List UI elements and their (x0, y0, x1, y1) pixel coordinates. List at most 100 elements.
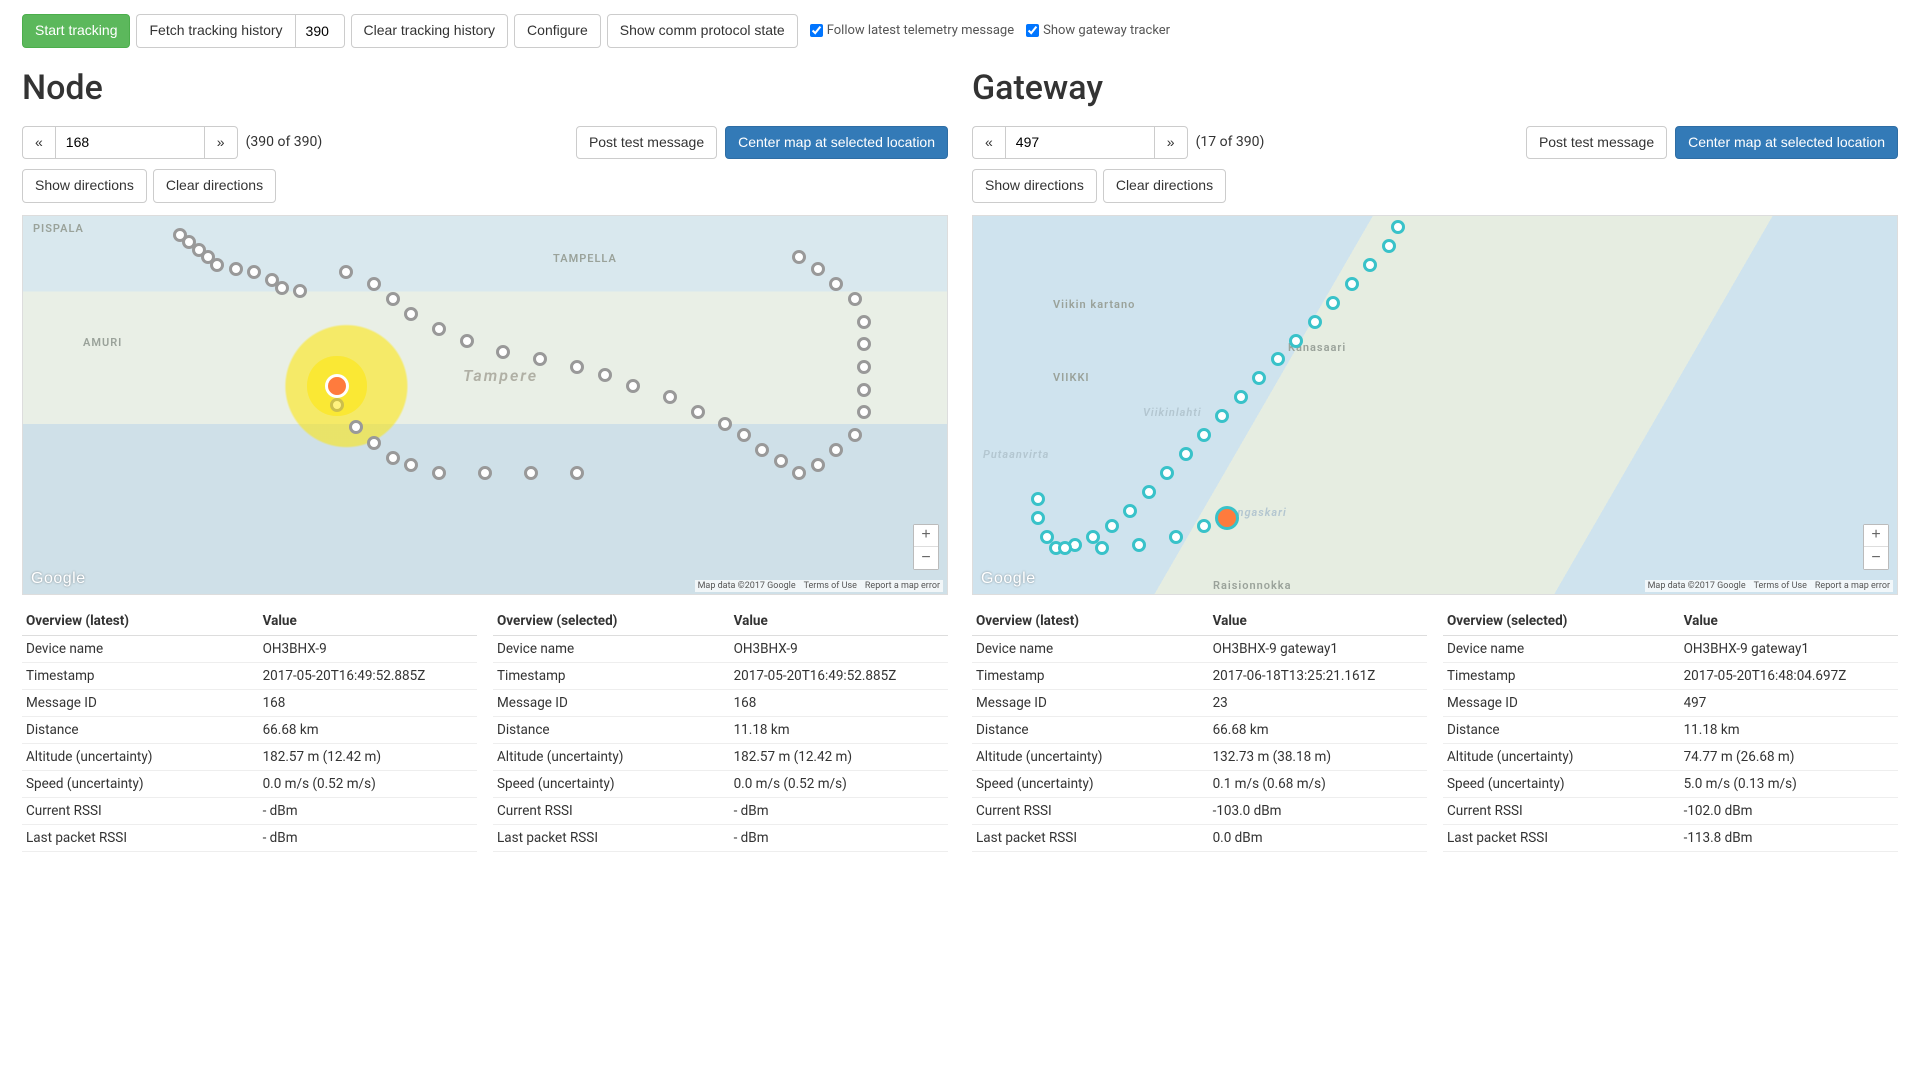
cell-value: OH3BHX-9 gateway1 (1209, 635, 1427, 662)
cell-key: Altitude (uncertainty) (22, 743, 259, 770)
gateway-pager-prev[interactable]: « (972, 126, 1005, 160)
node-post-test-button[interactable]: Post test message (576, 126, 717, 160)
cell-value: 2017-06-18T13:25:21.161Z (1209, 662, 1427, 689)
cell-value: -102.0 dBm (1680, 797, 1898, 824)
table-row: Device nameOH3BHX-9 (493, 635, 948, 662)
th: Overview (latest) (972, 607, 1209, 636)
node-zoom: + − (913, 524, 939, 570)
gateway-post-test-button[interactable]: Post test message (1526, 126, 1667, 160)
cell-key: Last packet RSSI (22, 824, 259, 851)
table-row: Device nameOH3BHX-9 (22, 635, 477, 662)
table-row: Altitude (uncertainty)182.57 m (12.42 m) (493, 743, 948, 770)
cell-key: Device name (1443, 635, 1680, 662)
cell-value: OH3BHX-9 (730, 635, 948, 662)
node-pager-prev[interactable]: « (22, 126, 55, 160)
table-row: Current RSSI- dBm (22, 797, 477, 824)
table-row: Current RSSI- dBm (493, 797, 948, 824)
gateway-pager-input[interactable] (1005, 126, 1155, 160)
gateway-show-directions-button[interactable]: Show directions (972, 169, 1097, 203)
table-row: Last packet RSSI-113.8 dBm (1443, 824, 1898, 851)
cell-key: Timestamp (1443, 662, 1680, 689)
table-row: Timestamp2017-05-20T16:49:52.885Z (22, 662, 477, 689)
cell-key: Message ID (493, 689, 730, 716)
cell-value: 74.77 m (26.68 m) (1680, 743, 1898, 770)
gateway-pager-next[interactable]: » (1155, 126, 1188, 160)
configure-button[interactable]: Configure (514, 14, 601, 48)
follow-telemetry-checkbox[interactable] (810, 24, 823, 37)
table-row: Timestamp2017-05-20T16:49:52.885Z (493, 662, 948, 689)
attrib-report[interactable]: Report a map error (1815, 581, 1890, 591)
table-row: Altitude (uncertainty)182.57 m (12.42 m) (22, 743, 477, 770)
gateway-center-map-button[interactable]: Center map at selected location (1675, 126, 1898, 160)
node-center-map-button[interactable]: Center map at selected location (725, 126, 948, 160)
attrib-terms[interactable]: Terms of Use (804, 581, 857, 591)
cell-key: Message ID (1443, 689, 1680, 716)
node-clear-directions-button[interactable]: Clear directions (153, 169, 276, 203)
th: Value (259, 607, 477, 636)
attrib-data: Map data ©2017 Google (698, 581, 796, 591)
node-show-directions-button[interactable]: Show directions (22, 169, 147, 203)
gateway-latest-table: Overview (latest) Value Device nameOH3BH… (972, 607, 1427, 852)
attrib-terms[interactable]: Terms of Use (1754, 581, 1807, 591)
cell-value: 11.18 km (730, 716, 948, 743)
top-toolbar: Start tracking Fetch tracking history Cl… (22, 14, 1898, 48)
cell-key: Altitude (uncertainty) (972, 743, 1209, 770)
node-pager-input[interactable] (55, 126, 205, 160)
th: Overview (latest) (22, 607, 259, 636)
cell-value: OH3BHX-9 (259, 635, 477, 662)
cell-value: -113.8 dBm (1680, 824, 1898, 851)
node-zoom-out[interactable]: − (914, 547, 938, 569)
follow-telemetry-checkbox-label[interactable]: Follow latest telemetry message (810, 23, 1014, 38)
gateway-map[interactable]: Viikin kartano VIIKKI Viikinlahti Putaan… (972, 215, 1898, 595)
clear-history-button[interactable]: Clear tracking history (351, 14, 509, 48)
gateway-count: (17 of 390) (1196, 134, 1265, 150)
start-tracking-button[interactable]: Start tracking (22, 14, 130, 48)
table-row: Last packet RSSI- dBm (493, 824, 948, 851)
show-protocol-button[interactable]: Show comm protocol state (607, 14, 798, 48)
table-row: Device nameOH3BHX-9 gateway1 (1443, 635, 1898, 662)
cell-key: Current RSSI (1443, 797, 1680, 824)
fetch-history-input[interactable] (295, 14, 345, 48)
table-row: Distance11.18 km (1443, 716, 1898, 743)
th: Value (730, 607, 948, 636)
cell-key: Distance (972, 716, 1209, 743)
table-row: Current RSSI-102.0 dBm (1443, 797, 1898, 824)
node-map-attribution: Map data ©2017 Google Terms of Use Repor… (695, 580, 943, 592)
follow-telemetry-text: Follow latest telemetry message (827, 23, 1014, 38)
cell-key: Distance (22, 716, 259, 743)
cell-key: Device name (22, 635, 259, 662)
node-zoom-in[interactable]: + (914, 525, 938, 547)
gateway-zoom-in[interactable]: + (1864, 525, 1888, 547)
table-row: Speed (uncertainty)5.0 m/s (0.13 m/s) (1443, 770, 1898, 797)
node-panel: Node « » (390 of 390) Post test message … (22, 68, 948, 852)
node-current-marker (325, 374, 349, 398)
gateway-zoom-out[interactable]: − (1864, 547, 1888, 569)
table-row: Current RSSI-103.0 dBm (972, 797, 1427, 824)
cell-key: Speed (uncertainty) (493, 770, 730, 797)
gateway-clear-directions-button[interactable]: Clear directions (1103, 169, 1226, 203)
show-gateway-text: Show gateway tracker (1043, 23, 1170, 38)
gateway-pager: « » (972, 126, 1188, 160)
cell-key: Last packet RSSI (972, 824, 1209, 851)
cell-value: 23 (1209, 689, 1427, 716)
table-row: Speed (uncertainty)0.0 m/s (0.52 m/s) (22, 770, 477, 797)
node-map[interactable]: PISPALA AMURI TAMPELLA Tampere + − Googl… (22, 215, 948, 595)
node-pager-next[interactable]: » (205, 126, 238, 160)
show-gateway-checkbox[interactable] (1026, 24, 1039, 37)
cell-key: Device name (493, 635, 730, 662)
cell-key: Message ID (972, 689, 1209, 716)
cell-key: Timestamp (22, 662, 259, 689)
table-row: Altitude (uncertainty)74.77 m (26.68 m) (1443, 743, 1898, 770)
cell-value: 0.0 m/s (0.52 m/s) (730, 770, 948, 797)
th: Value (1209, 607, 1427, 636)
cell-value: OH3BHX-9 gateway1 (1680, 635, 1898, 662)
th: Value (1680, 607, 1898, 636)
table-row: Message ID497 (1443, 689, 1898, 716)
table-row: Message ID168 (22, 689, 477, 716)
cell-value: 2017-05-20T16:49:52.885Z (730, 662, 948, 689)
show-gateway-checkbox-label[interactable]: Show gateway tracker (1026, 23, 1170, 38)
fetch-history-group: Fetch tracking history (136, 14, 344, 48)
fetch-history-button[interactable]: Fetch tracking history (136, 14, 294, 48)
cell-value: -103.0 dBm (1209, 797, 1427, 824)
attrib-report[interactable]: Report a map error (865, 581, 940, 591)
